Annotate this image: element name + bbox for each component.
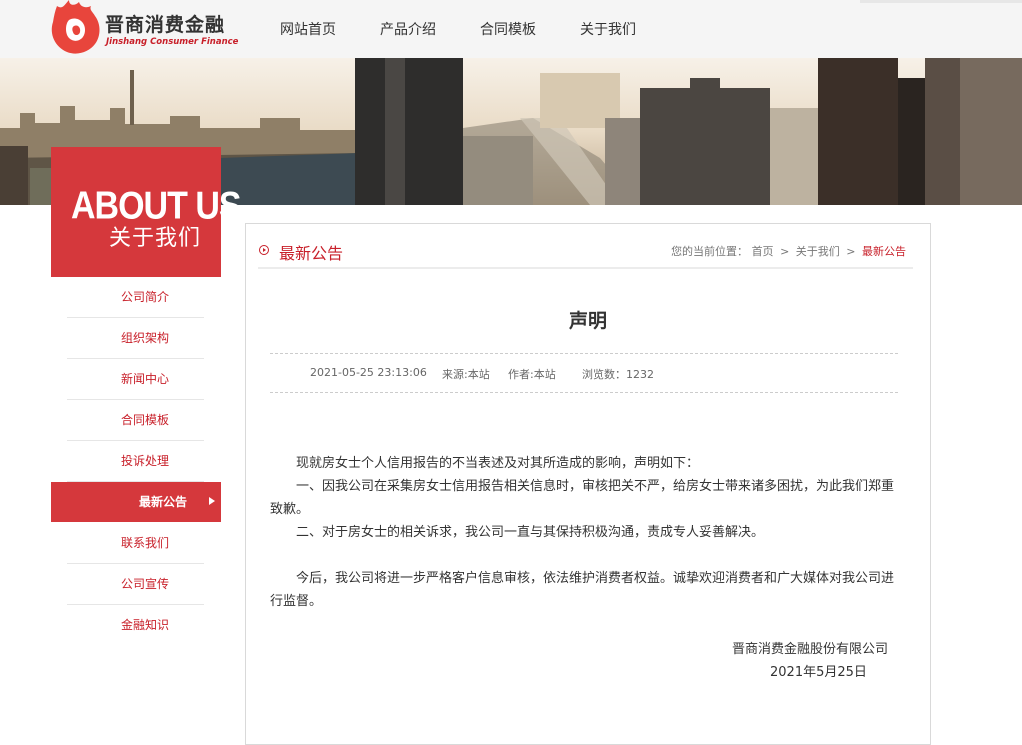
company-logo[interactable]: 晋商消费金融 Jinshang Consumer Finance	[47, 0, 239, 56]
article-sign-date: 2021年5月25日	[770, 665, 867, 680]
sidebar-item-label: 最新公告	[138, 495, 187, 509]
breadcrumb-prefix: 您的当前位置：	[671, 245, 749, 258]
sidebar-item-latest-notices[interactable]: 最新公告	[51, 482, 221, 522]
nav-about-us[interactable]: 关于我们	[580, 19, 636, 39]
logo-chinese-name: 晋商消费金融	[105, 14, 226, 36]
flame-logo-icon	[51, 0, 100, 54]
main-nav: 网站首页 产品介绍 合同模板 关于我们	[280, 19, 680, 39]
nav-products[interactable]: 产品介绍	[380, 19, 436, 39]
article-source: 来源:本站	[442, 368, 490, 381]
sidebar-item-label: 投诉处理	[120, 454, 169, 468]
sidebar-item-finance-knowledge[interactable]: 金融知识	[67, 605, 204, 645]
article-paragraph: 二、对于房女士的相关诉求，我公司一直与其保持积极沟通，责成专人妥善解决。	[296, 525, 765, 540]
logo-english-name: Jinshang Consumer Finance	[106, 37, 239, 47]
sidebar-item-company-intro[interactable]: 公司简介	[67, 277, 204, 318]
article-date: 2021-05-25 23:13:06	[310, 366, 427, 379]
panel-header: 最新公告 您的当前位置： 首页 > 关于我们 > 最新公告	[258, 233, 913, 269]
article-paragraph: 一、因我公司在采集房女士信用报告相关信息时，审核把关不严，给房女士带来诸多困扰，…	[270, 479, 895, 517]
article-views: 浏览数：1232	[582, 368, 654, 381]
article-signature: 晋商消费金融股份有限公司	[732, 642, 889, 657]
article-title: 声明	[568, 310, 607, 332]
caret-right-icon	[209, 497, 215, 505]
breadcrumb-separator: >	[846, 245, 856, 258]
sidebar-item-contract-templates[interactable]: 合同模板	[67, 400, 204, 441]
article-body: 现就房女士个人信用报告的不当表述及对其所造成的影响，声明如下： 一、因我公司在采…	[270, 452, 900, 613]
sidebar-item-label: 联系我们	[120, 536, 169, 550]
about-us-chinese-title: 关于我们	[109, 226, 202, 251]
sidebar-item-organization[interactable]: 组织架构	[67, 318, 204, 359]
site-header: 晋商消费金融 Jinshang Consumer Finance 网站首页 产品…	[0, 0, 1022, 58]
content-panel: 最新公告 您的当前位置： 首页 > 关于我们 > 最新公告 声明 2021-05…	[245, 223, 931, 745]
sidebar-item-news-center[interactable]: 新闻中心	[67, 359, 204, 400]
article-author: 作者:本站	[508, 368, 556, 381]
nav-home[interactable]: 网站首页	[280, 19, 336, 39]
sidebar-item-label: 金融知识	[120, 618, 169, 632]
article-paragraph: 现就房女士个人信用报告的不当表述及对其所造成的影响，声明如下：	[296, 456, 700, 471]
sidebar-item-promotion[interactable]: 公司宣传	[67, 564, 204, 605]
sidebar-item-label: 公司简介	[120, 290, 169, 304]
breadcrumb: 您的当前位置： 首页 > 关于我们 > 最新公告	[671, 243, 906, 259]
sidebar-item-complaints[interactable]: 投诉处理	[67, 441, 204, 482]
circle-arrow-icon	[259, 245, 269, 255]
breadcrumb-about-us[interactable]: 关于我们	[796, 245, 840, 258]
sidebar-item-label: 新闻中心	[120, 372, 169, 386]
header-divider	[860, 0, 1022, 3]
article-meta: 2021-05-25 23:13:06 来源:本站 作者:本站 浏览数：1232	[270, 353, 898, 393]
sidebar-item-label: 组织架构	[120, 331, 169, 345]
sidebar-item-contact-us[interactable]: 联系我们	[67, 523, 204, 564]
section-title: 最新公告	[279, 244, 344, 263]
sidebar-item-label: 合同模板	[120, 413, 169, 427]
about-us-header-box: ABOUT US 关于我们	[51, 147, 242, 277]
breadcrumb-separator: >	[780, 245, 790, 258]
nav-contract-templates[interactable]: 合同模板	[480, 19, 536, 39]
sidebar-menu: 公司简介 组织架构 新闻中心 合同模板 投诉处理 最新公告 联系我们 公司宣传 …	[51, 277, 221, 737]
sidebar-item-label: 公司宣传	[120, 577, 169, 591]
breadcrumb-latest-notices[interactable]: 最新公告	[862, 245, 906, 258]
article-paragraph: 今后，我公司将进一步严格客户信息审核，依法维护消费者权益。诚挚欢迎消费者和广大媒…	[270, 571, 895, 609]
breadcrumb-home[interactable]: 首页	[752, 245, 774, 258]
